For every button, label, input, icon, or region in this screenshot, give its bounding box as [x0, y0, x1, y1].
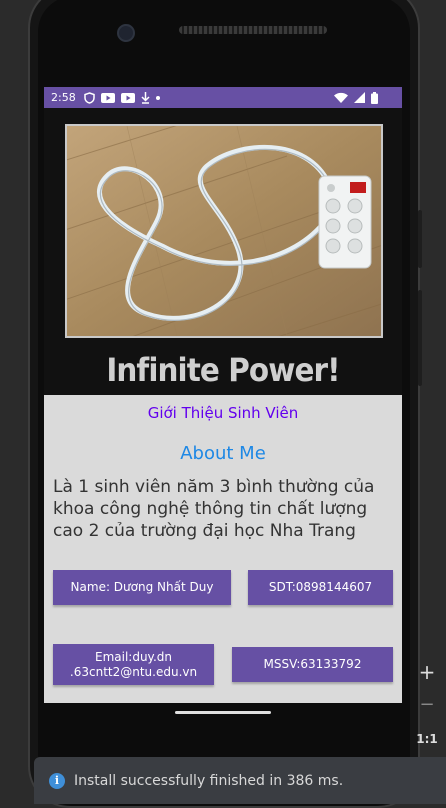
emulator-zoom-controls: + − 1:1 — [408, 656, 446, 756]
email-button[interactable]: Email:duy.dn .63cntt2@ntu.edu.vn — [53, 644, 214, 685]
about-title: About Me — [180, 443, 266, 464]
status-bar: 2:58 — [44, 87, 402, 108]
youtube-icon — [120, 92, 135, 103]
download-icon — [141, 91, 150, 104]
app-screen: 2:58 Infinite Power! Giới Thiệu Sinh Viê… — [44, 87, 402, 703]
zoom-reset-button[interactable]: 1:1 — [408, 732, 446, 746]
power-strip-photo — [65, 124, 383, 338]
page-title: Giới Thiệu Sinh Viên — [147, 404, 299, 422]
name-button[interactable]: Name: Dương Nhất Duy — [53, 570, 231, 605]
zoom-out-button[interactable]: − — [408, 694, 446, 715]
youtube-icon — [100, 92, 115, 103]
about-description: Là 1 sinh viên năm 3 bình thường của kho… — [53, 477, 375, 541]
status-time: 2:58 — [51, 91, 76, 104]
phone-button[interactable]: SDT:0898144607 — [248, 570, 393, 605]
front-camera — [117, 24, 135, 42]
power-strip-illustration — [67, 126, 381, 336]
volume-button[interactable] — [418, 290, 422, 386]
content-panel: Giới Thiệu Sinh Viên About Me Là 1 sinh … — [44, 395, 402, 703]
notification-toast: i Install successfully finished in 386 m… — [34, 757, 446, 804]
student-id-button[interactable]: MSSV:63133792 — [232, 647, 393, 682]
dot-icon — [155, 95, 160, 100]
hero-image: Infinite Power! — [44, 108, 402, 395]
power-button[interactable] — [418, 210, 422, 268]
wifi-icon — [334, 92, 348, 103]
toast-message: Install successfully finished in 386 ms. — [74, 772, 344, 789]
hero-caption: Infinite Power! — [106, 351, 340, 389]
zoom-in-button[interactable]: + — [408, 660, 446, 684]
info-icon: i — [49, 772, 65, 789]
battery-icon — [371, 91, 378, 104]
home-indicator[interactable] — [175, 711, 271, 714]
earpiece-speaker — [179, 26, 327, 34]
vpn-shield-icon — [83, 91, 95, 104]
signal-icon — [354, 92, 365, 103]
